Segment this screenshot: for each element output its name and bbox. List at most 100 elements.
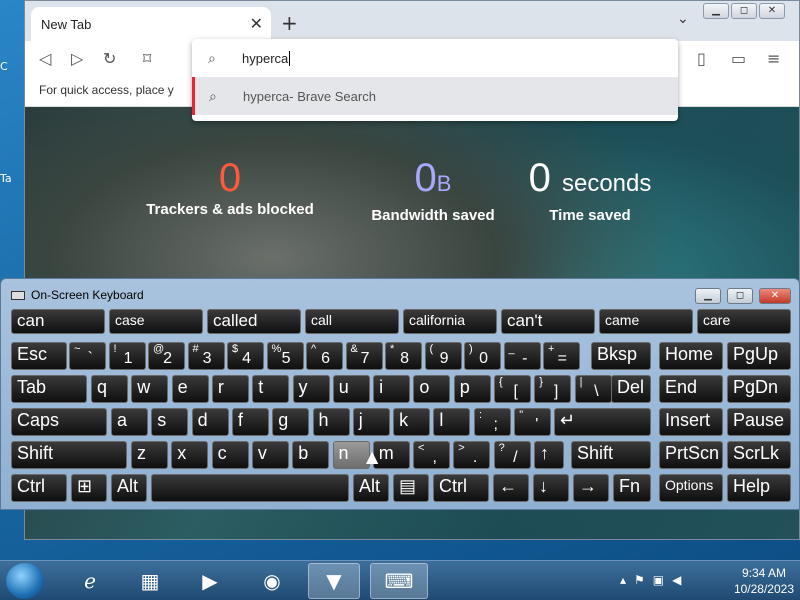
key-k[interactable]: k xyxy=(393,408,431,436)
key-i[interactable]: i xyxy=(373,375,411,403)
key-number[interactable]: $4 xyxy=(227,342,264,370)
maximize-button[interactable]: ◻ xyxy=(731,3,757,19)
key-n[interactable]: n xyxy=(332,441,370,469)
key-end[interactable]: End xyxy=(659,375,723,403)
key-home[interactable]: Home xyxy=(659,342,723,370)
key-r[interactable]: r xyxy=(211,375,249,403)
key-shift-left[interactable]: Shift xyxy=(11,441,127,469)
key-fn[interactable]: Fn xyxy=(613,474,651,502)
key-number[interactable]: ! 1 xyxy=(108,342,146,370)
file-explorer-icon[interactable]: ▦ xyxy=(124,563,176,599)
close-icon[interactable]: ✕ xyxy=(250,14,263,34)
forward-icon[interactable]: ▷ xyxy=(71,49,83,68)
key-x[interactable]: x xyxy=(171,441,209,469)
key-number[interactable]: & 7 xyxy=(345,342,383,370)
desktop-icon-label[interactable]: Ta xyxy=(0,172,24,185)
key-ctrl-right[interactable]: Ctrl xyxy=(433,474,489,502)
prediction-key[interactable]: case xyxy=(109,309,203,334)
key-a[interactable]: a xyxy=(111,408,148,436)
key-c[interactable]: c xyxy=(211,441,249,469)
close-window-button[interactable]: ✕ xyxy=(759,3,785,19)
key-e[interactable]: e xyxy=(171,375,209,403)
key-symbol[interactable]: | \ xyxy=(574,375,612,403)
key-h[interactable]: h xyxy=(312,408,350,436)
key-space[interactable] xyxy=(151,474,349,502)
brave-icon[interactable]: ▼ xyxy=(308,563,360,599)
key-l[interactable]: l xyxy=(433,408,471,436)
key-alt-right[interactable]: Alt xyxy=(353,474,389,502)
prediction-key[interactable]: came xyxy=(599,309,693,334)
start-button[interactable] xyxy=(6,563,44,599)
tab-search-chevron-icon[interactable]: ⌄ xyxy=(677,11,689,27)
key-right[interactable]: → xyxy=(573,474,609,502)
key-pgdn[interactable]: PgDn xyxy=(727,375,791,403)
key-tab[interactable]: Tab xyxy=(11,375,87,403)
key-options[interactable]: Options xyxy=(659,474,723,502)
media-player-icon[interactable]: ▶ xyxy=(184,563,236,599)
key-q[interactable]: q xyxy=(91,375,128,403)
key-pause[interactable]: Pause xyxy=(727,408,791,436)
key-u[interactable]: u xyxy=(332,375,370,403)
internet-explorer-icon[interactable]: ℯ xyxy=(64,563,116,599)
key-t[interactable]: t xyxy=(252,375,290,403)
key-windows[interactable]: ⊞ xyxy=(71,474,107,502)
prediction-key[interactable]: california xyxy=(403,309,497,334)
key-scrlk[interactable]: ScrLk xyxy=(727,441,791,469)
key-number[interactable]: #3 xyxy=(187,342,225,370)
prediction-key[interactable]: can xyxy=(11,309,105,334)
desktop-icon-label[interactable]: C xyxy=(0,60,24,73)
key-up[interactable]: ↑ xyxy=(534,441,564,469)
key-down[interactable]: ↓ xyxy=(533,474,569,502)
chrome-icon[interactable]: ◉ xyxy=(246,563,298,599)
minimize-button[interactable]: ▁ xyxy=(703,3,729,19)
bookmark-icon[interactable]: ⌑ xyxy=(143,49,151,68)
prediction-key[interactable]: care xyxy=(697,309,791,334)
on-screen-keyboard-taskbar-icon[interactable]: ⌨ xyxy=(370,563,428,599)
new-tab-button[interactable]: + xyxy=(281,11,298,35)
key-left[interactable]: ← xyxy=(493,474,529,502)
key-f[interactable]: f xyxy=(231,408,269,436)
key-number[interactable]: ^ 6 xyxy=(306,342,343,370)
key-w[interactable]: w xyxy=(131,375,169,403)
key-ctrl-left[interactable]: Ctrl xyxy=(11,474,67,502)
prediction-key[interactable]: called xyxy=(207,309,301,334)
key-shift-right[interactable]: Shift xyxy=(571,441,651,469)
omnibox-suggestion[interactable]: ⌕ hyperca - Brave Search xyxy=(192,77,678,115)
key-del[interactable]: Del xyxy=(611,375,651,403)
key-symbol[interactable]: {[ xyxy=(494,375,531,403)
key-j[interactable]: j xyxy=(352,408,390,436)
key-m[interactable]: m xyxy=(372,441,410,469)
menu-icon[interactable]: ≡ xyxy=(767,49,780,68)
volume-muted-icon[interactable]: ◀ xyxy=(672,573,689,587)
key-number[interactable]: * 8 xyxy=(385,342,422,370)
wallet-icon[interactable]: ▭ xyxy=(731,49,746,68)
key-symbol[interactable]: :; xyxy=(474,408,511,436)
key-symbol[interactable]: ? / xyxy=(493,441,531,469)
key-symbol[interactable]: }] xyxy=(534,375,572,403)
key-enter[interactable]: ↵ xyxy=(554,408,651,436)
key-number[interactable]: @2 xyxy=(148,342,185,370)
reload-icon[interactable]: ↻ xyxy=(103,49,116,68)
key-z[interactable]: z xyxy=(131,441,168,469)
key-symbol[interactable]: " ' xyxy=(514,408,552,436)
key-bksp[interactable]: Bksp xyxy=(591,342,651,370)
key-d[interactable]: d xyxy=(191,408,229,436)
osk-minimize-button[interactable]: ▁ xyxy=(695,288,721,304)
key-g[interactable]: g xyxy=(272,408,310,436)
key-number[interactable]: % 5 xyxy=(266,342,304,370)
key-number[interactable]: (9 xyxy=(424,342,462,370)
osk-close-button[interactable]: ✕ xyxy=(759,288,791,304)
key-help[interactable]: Help xyxy=(727,474,791,502)
key-prtscn[interactable]: PrtScn xyxy=(659,441,723,469)
osk-maximize-button[interactable]: ◻ xyxy=(727,288,753,304)
key-number[interactable]: _ - xyxy=(503,342,541,370)
key-caps[interactable]: Caps xyxy=(11,408,107,436)
key-alt-left[interactable]: Alt xyxy=(111,474,147,502)
key-b[interactable]: b xyxy=(292,441,330,469)
key-v[interactable]: v xyxy=(251,441,289,469)
key-menu[interactable]: ▤ xyxy=(393,474,429,502)
key-y[interactable]: y xyxy=(292,375,330,403)
key-o[interactable]: o xyxy=(413,375,451,403)
back-icon[interactable]: ◁ xyxy=(39,49,51,68)
prediction-key[interactable]: can't xyxy=(501,309,595,334)
